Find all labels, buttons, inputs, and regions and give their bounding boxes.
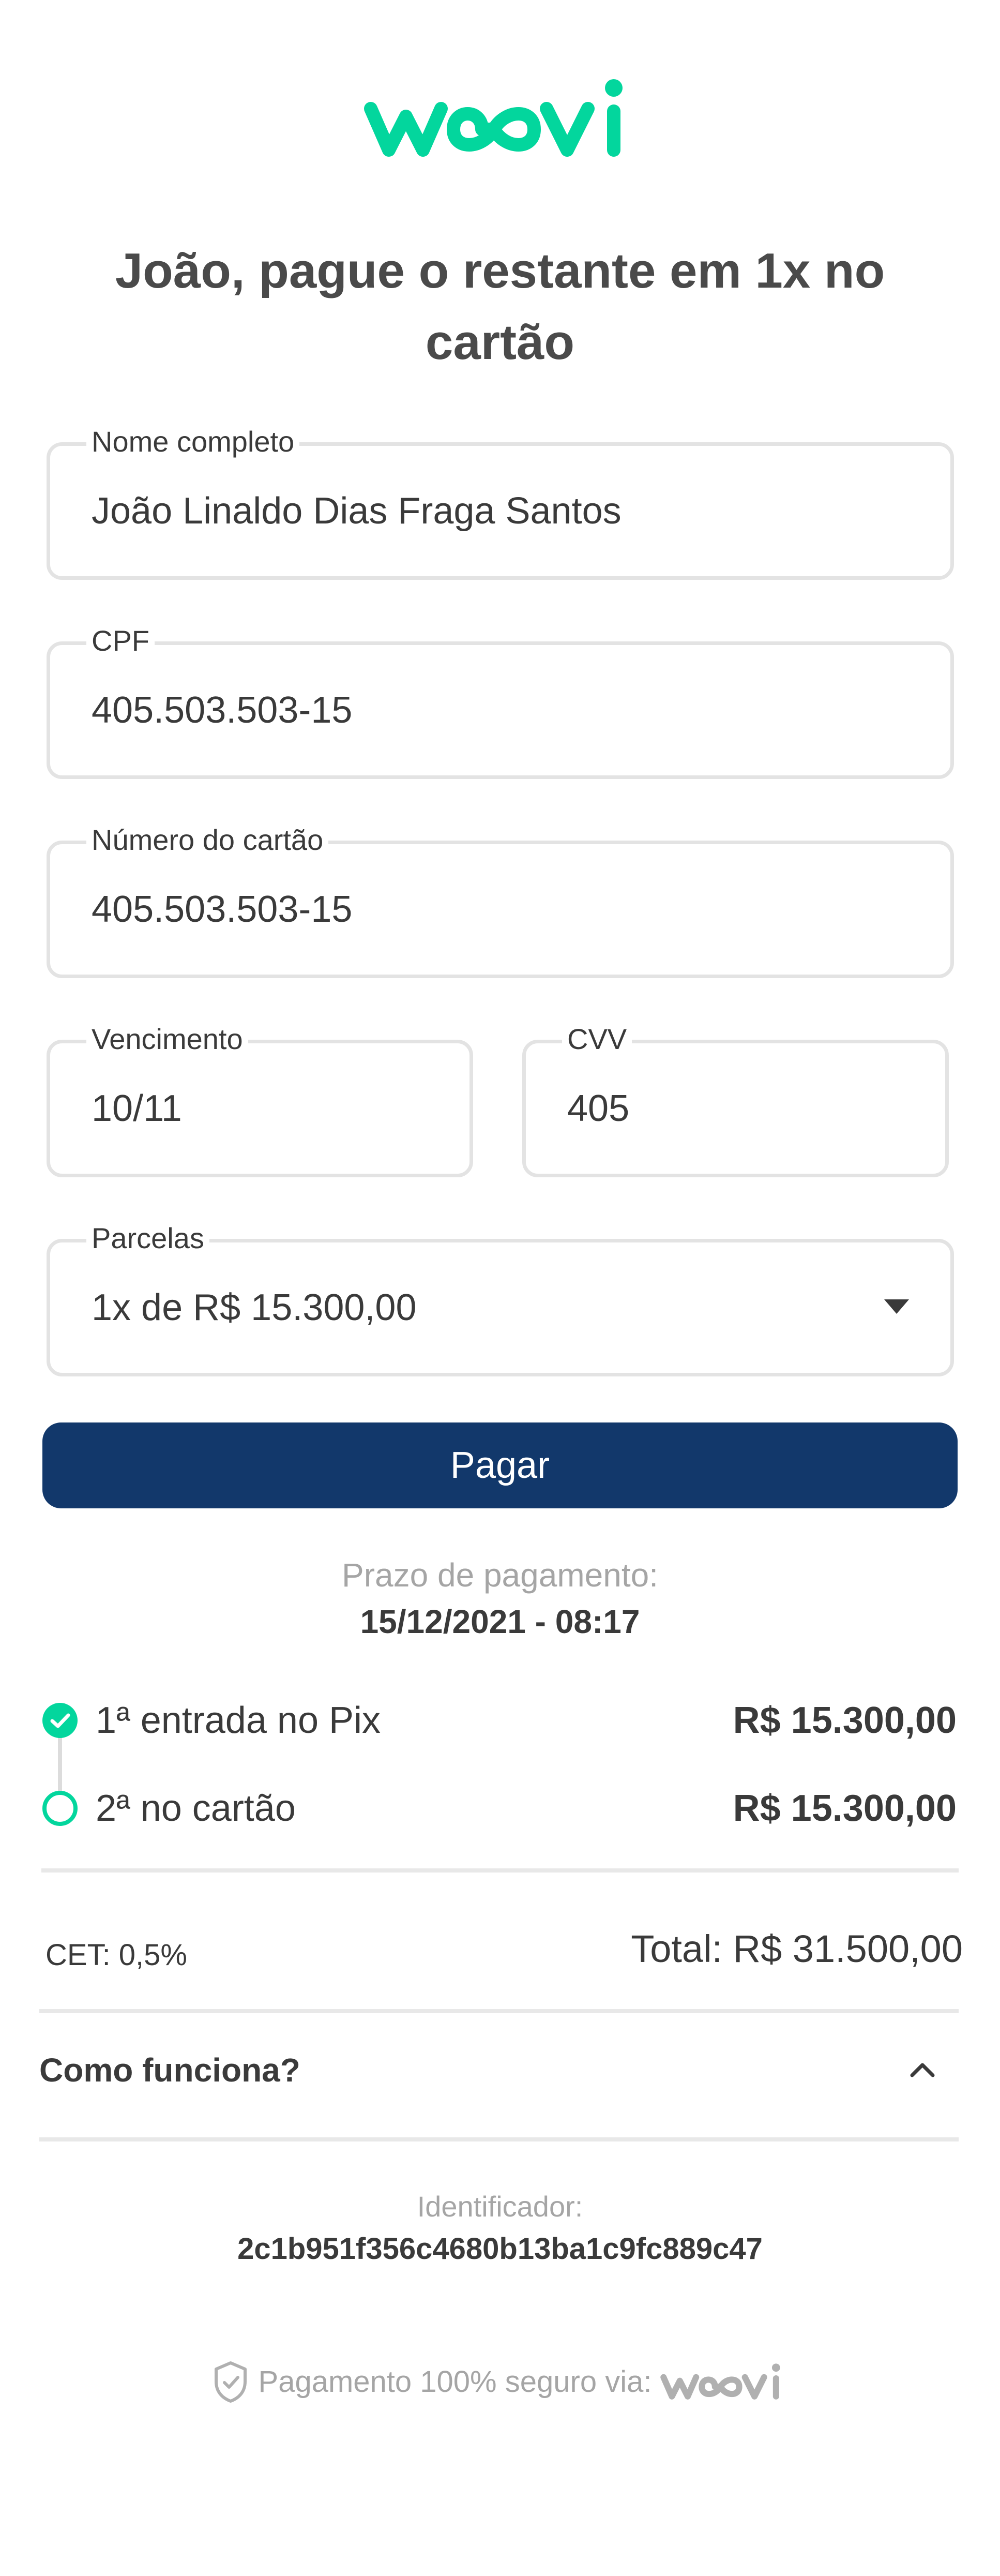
installments-select[interactable]: Parcelas 1x de R$ 15.300,00	[47, 1218, 954, 1376]
page-title: João, pague o restante em 1x no cartão	[115, 243, 885, 370]
woovi-logo-mark	[364, 79, 623, 157]
how-it-works-accordion[interactable]: Como funciona?	[39, 2013, 959, 2137]
total-text: Total: R$ 31.500,00	[631, 1927, 963, 1970]
deadline-value: 15/12/2021 - 08:17	[360, 1603, 640, 1640]
divider	[39, 2009, 959, 2013]
cpf-field[interactable]: CPF 405.503.503-15	[47, 620, 954, 779]
expiry-value[interactable]: 10/11	[92, 1043, 182, 1174]
cvv-field[interactable]: CVV 405	[522, 1019, 949, 1177]
dropdown-arrow-icon[interactable]	[884, 1299, 909, 1314]
card-number-field[interactable]: Número do cartão 405.503.503-15	[47, 819, 954, 978]
pay-button[interactable]: Pagar	[42, 1422, 958, 1508]
identifier-value: 2c1b951f356c4680b13ba1c9fc889c47	[237, 2232, 763, 2266]
step-1-label: 1ª entrada no Pix	[96, 1700, 381, 1741]
full-name-field[interactable]: Nome completo João Linaldo Dias Fraga Sa…	[47, 421, 954, 580]
pending-circle-icon	[41, 1790, 79, 1827]
card-number-value[interactable]: 405.503.503-15	[92, 844, 352, 975]
secure-payment-text: Pagamento 100% seguro via:	[258, 2365, 652, 2399]
installments-value[interactable]: 1x de R$ 15.300,00	[92, 1242, 417, 1373]
shield-check-icon	[212, 2360, 249, 2404]
deadline-label: Prazo de pagamento:	[342, 1556, 658, 1594]
expiry-field[interactable]: Vencimento 10/11	[47, 1019, 473, 1177]
identifier-label: Identificador:	[417, 2190, 583, 2223]
cpf-value[interactable]: 405.503.503-15	[92, 645, 352, 775]
secure-payment-footer: Pagamento 100% seguro via:	[0, 2356, 1000, 2408]
how-it-works-label: Como funciona?	[39, 2051, 300, 2089]
check-circle-icon	[41, 1702, 79, 1739]
woovi-footer-logo	[659, 2360, 788, 2404]
chevron-up-icon[interactable]	[908, 2059, 937, 2079]
step-2-label: 2ª no cartão	[96, 1788, 296, 1829]
step-1-amount: R$ 15.300,00	[733, 1700, 957, 1741]
woovi-logo	[0, 72, 1000, 166]
divider	[41, 1868, 959, 1873]
cet-text: CET: 0,5%	[46, 1938, 187, 1972]
full-name-value[interactable]: João Linaldo Dias Fraga Santos	[92, 446, 622, 576]
cvv-value[interactable]: 405	[567, 1043, 629, 1174]
divider	[39, 2137, 959, 2141]
step-2-amount: R$ 15.300,00	[733, 1788, 957, 1829]
